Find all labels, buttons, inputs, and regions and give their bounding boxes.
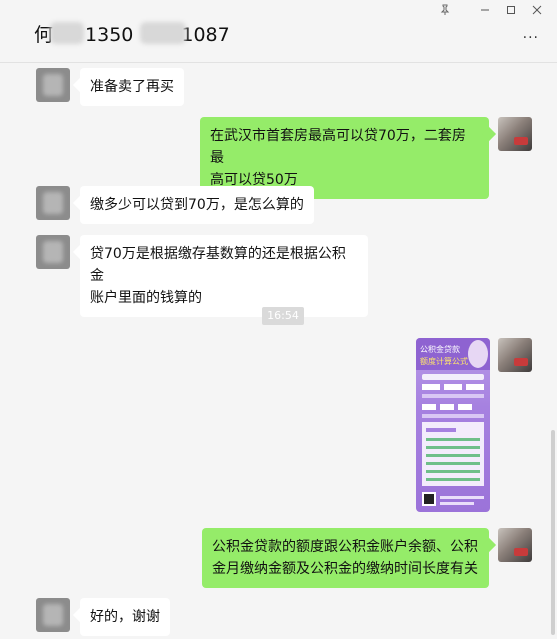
received-message[interactable]: 准备卖了再买 [80, 68, 184, 106]
chat-header: 何 1350 1087 ··· [0, 0, 557, 63]
self-avatar[interactable] [498, 528, 532, 562]
minimize-icon[interactable] [474, 3, 496, 21]
contact-avatar[interactable] [36, 68, 70, 102]
received-message[interactable]: 好的，谢谢 [80, 598, 170, 636]
more-options-button[interactable]: ··· [523, 30, 539, 46]
image-caption-2: 额度计算公式 [420, 356, 468, 366]
image-caption-1: 公积金贷款 [420, 344, 460, 354]
self-avatar[interactable] [498, 338, 532, 372]
name-redaction [50, 22, 84, 44]
contact-avatar[interactable] [36, 186, 70, 220]
pin-icon[interactable] [434, 3, 456, 21]
phone-redaction [140, 22, 186, 44]
received-message[interactable]: 缴多少可以贷到70万，是怎么算的 [80, 186, 314, 224]
self-avatar[interactable] [498, 117, 532, 151]
contact-avatar[interactable] [36, 598, 70, 632]
image-message[interactable]: 公积金贷款 额度计算公式 [416, 338, 490, 512]
phone-suffix: 1087 [181, 24, 230, 46]
close-icon[interactable] [526, 3, 548, 21]
chat-history[interactable]: 准备卖了再买 在武汉市首套房最高可以贷70万，二套房最 高可以贷50万 缴多少可… [0, 63, 557, 639]
sent-message[interactable]: 公积金贷款的额度跟公积金账户余额、公积 金月缴纳金额及公积金的缴纳时间长度有关 [202, 528, 489, 588]
chat-scrollbar[interactable] [551, 430, 555, 635]
maximize-icon[interactable] [500, 3, 522, 21]
phone-prefix: 1350 [85, 24, 134, 46]
contact-avatar[interactable] [36, 235, 70, 269]
received-message[interactable]: 贷70万是根据缴存基数算的还是根据公积金 账户里面的钱算的 [80, 235, 368, 317]
message-timestamp: 16:54 [262, 307, 304, 325]
